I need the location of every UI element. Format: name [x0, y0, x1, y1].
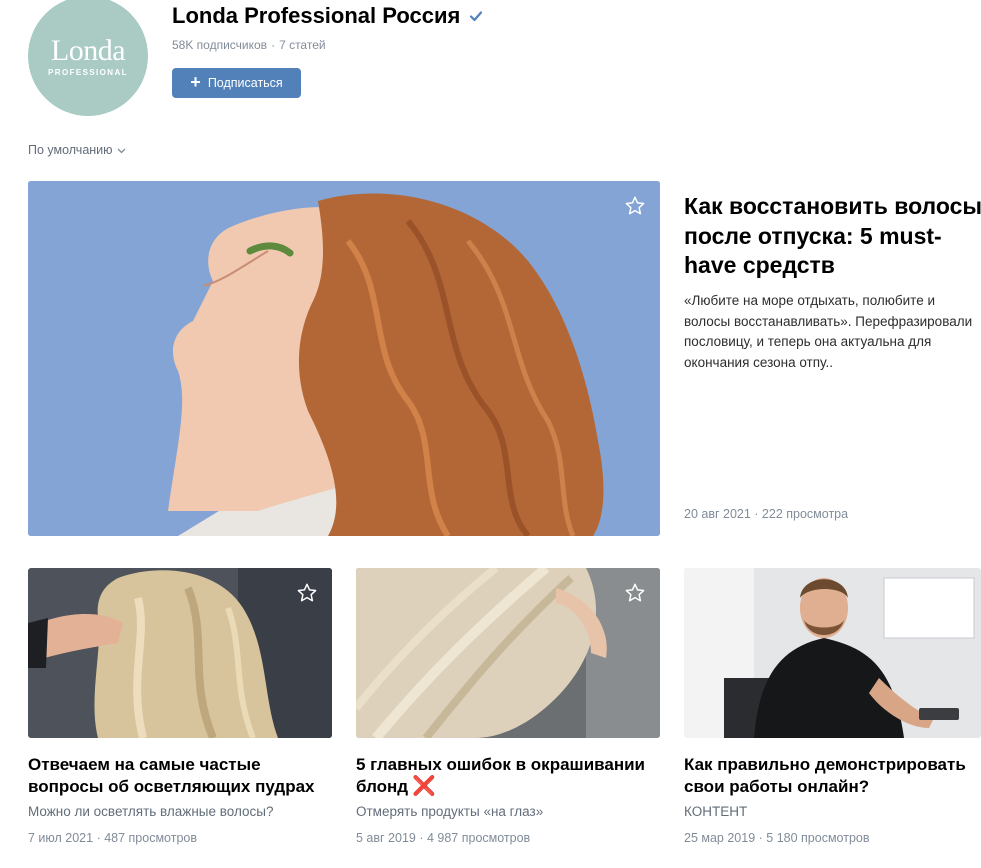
- article-card[interactable]: Как правильно демонстрировать свои работ…: [684, 568, 981, 845]
- desc-line: «Любите на море отдыхать, полюбите и: [684, 293, 936, 308]
- title-line: 5 главных ошибок в окрашивании: [356, 755, 645, 774]
- sort-label: По умолчанию: [28, 143, 113, 157]
- logo-subtitle: PROFESSIONAL: [48, 67, 128, 77]
- article-card-subtitle: КОНТЕНТ: [684, 804, 748, 819]
- plus-icon: +: [190, 72, 201, 92]
- article-card-subtitle: Отмерять продукты «на глаз»: [356, 804, 544, 819]
- article-card-meta: 7 июл 2021 · 487 просмотров: [28, 831, 197, 845]
- chevron-down-icon: [117, 143, 126, 157]
- article-card-image[interactable]: [356, 568, 660, 738]
- title-line: после отпуска: 5 must-: [684, 222, 942, 249]
- title-line: блонд ❌: [356, 776, 660, 798]
- verified-check-icon: [468, 8, 484, 24]
- community-name[interactable]: Londa Professional Россия: [172, 2, 460, 30]
- article-card-image[interactable]: [28, 568, 332, 738]
- article-card[interactable]: 5 главных ошибок в окрашивании блонд ❌ От…: [356, 568, 660, 845]
- sort-dropdown[interactable]: По умолчанию: [28, 143, 126, 157]
- desc-line: окончания сезона отпу..: [684, 354, 833, 370]
- bookmark-star-icon[interactable]: [624, 195, 646, 217]
- title-line: have средств: [684, 252, 835, 278]
- article-views: 487 просмотров: [104, 831, 197, 845]
- community-header: Londa Professional Россия: [172, 2, 484, 30]
- title-line: Отвечаем на самые частые: [28, 755, 261, 774]
- title-line: Как правильно демонстрировать: [684, 755, 966, 774]
- article-views: 222 просмотра: [761, 507, 849, 521]
- article-views: 5 180 просмотров: [766, 831, 870, 845]
- subscriber-count[interactable]: 58K подписчиков: [172, 38, 267, 52]
- featured-article-meta: 20 авг 2021 · 222 просмотра: [684, 507, 849, 521]
- community-avatar[interactable]: Londa PROFESSIONAL: [28, 0, 148, 116]
- article-count: 7 статей: [279, 38, 326, 52]
- article-card[interactable]: Отвечаем на самые частые вопросы об осве…: [28, 568, 332, 845]
- article-date: 20 авг 2021: [684, 507, 751, 521]
- article-card-image[interactable]: [684, 568, 981, 738]
- desc-line: пословицу, и теперь она актуальна для: [684, 334, 932, 349]
- community-meta: 58K подписчиков · 7 статей: [172, 38, 326, 52]
- featured-article-description: «Любите на море отдыхать, полюбите и вол…: [684, 291, 981, 373]
- title-line: свои работы онлайн?: [684, 777, 870, 796]
- article-card-title[interactable]: Как правильно демонстрировать свои работ…: [684, 754, 981, 798]
- article-date: 7 июл 2021: [28, 831, 94, 845]
- article-date: 25 мар 2019: [684, 831, 756, 845]
- article-card-meta: 25 мар 2019 · 5 180 просмотров: [684, 831, 870, 845]
- subscribe-button[interactable]: + Подписаться: [172, 68, 301, 98]
- title-line: Как восстановить волосы: [684, 193, 981, 219]
- article-date: 5 авг 2019: [356, 831, 416, 845]
- bookmark-star-icon[interactable]: [296, 582, 318, 604]
- title-line-text: блонд: [356, 777, 409, 796]
- logo-wordmark: Londa: [50, 33, 126, 67]
- cross-mark-icon: ❌: [412, 776, 436, 797]
- featured-article-title[interactable]: Как восстановить волосы после отпуска: 5…: [684, 192, 981, 281]
- article-card-title[interactable]: Отвечаем на самые частые вопросы об осве…: [28, 754, 332, 798]
- article-card-title[interactable]: 5 главных ошибок в окрашивании блонд ❌: [356, 754, 660, 798]
- bookmark-star-icon[interactable]: [951, 582, 973, 604]
- subscribe-label: Подписаться: [207, 76, 283, 90]
- article-views: 4 987 просмотров: [426, 831, 531, 845]
- bookmark-star-icon[interactable]: [624, 582, 646, 604]
- title-line: вопросы об осветляющих пудрах: [28, 777, 315, 796]
- article-card-meta: 5 авг 2019 · 4 987 просмотров: [356, 831, 531, 845]
- desc-line: волосы восстанавливать». Перефразировали: [684, 313, 973, 329]
- article-card-subtitle: Можно ли осветлять влажные волосы?: [28, 804, 274, 819]
- featured-article-image[interactable]: [28, 181, 660, 536]
